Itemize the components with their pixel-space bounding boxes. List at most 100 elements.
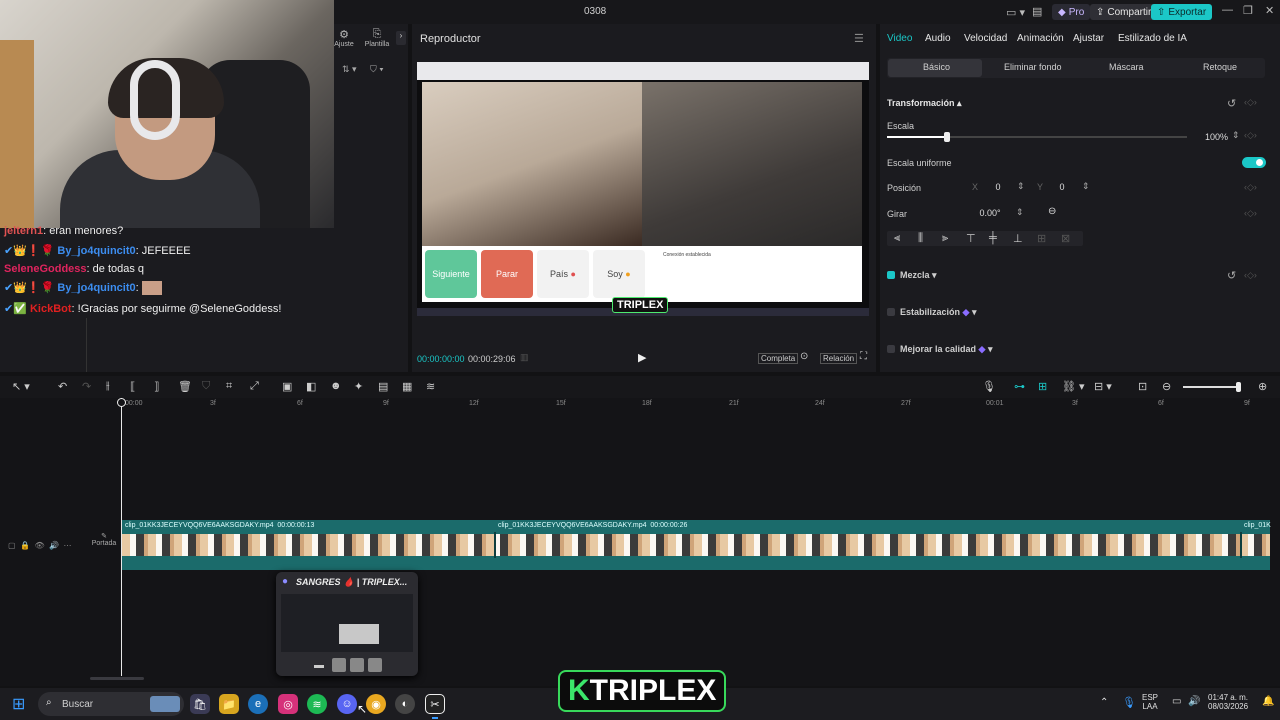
- align-bottom-icon[interactable]: ⊥: [1013, 232, 1023, 245]
- align-top-icon[interactable]: ⊤: [966, 232, 976, 245]
- sort-icon[interactable]: ⇅ ▾: [342, 64, 357, 75]
- zoom-slider[interactable]: [1183, 386, 1239, 388]
- timeline[interactable]: 00:00 3f 6f 9f 12f 15f 18f 21f 24f 27f 0…: [0, 398, 1280, 686]
- delete-icon[interactable]: 🗑: [178, 380, 192, 393]
- uniform-scale-toggle[interactable]: [1242, 157, 1266, 168]
- playhead-handle[interactable]: [117, 398, 126, 407]
- adjust-tab[interactable]: ⚙ Ajuste: [334, 28, 354, 48]
- caption-toggle-icon[interactable]: ⊡: [1138, 380, 1147, 393]
- freeze-icon[interactable]: ▣: [282, 380, 292, 393]
- position-x-input[interactable]: 0: [984, 180, 1012, 194]
- tab-ai-style[interactable]: Estilizado de IA: [1118, 33, 1187, 44]
- scale-input[interactable]: 100%: [1180, 130, 1228, 144]
- subtab-mask[interactable]: Máscara: [1109, 62, 1144, 72]
- scale-slider-handle[interactable]: [944, 132, 950, 142]
- subtab-basic[interactable]: Básico: [923, 62, 950, 72]
- clip-boundary[interactable]: [1240, 532, 1242, 558]
- playhead[interactable]: [117, 398, 126, 676]
- notification-icon[interactable]: 🔔: [1262, 696, 1274, 707]
- cover-button[interactable]: ✎ Portada: [90, 532, 118, 547]
- enhance-checkbox[interactable]: [887, 345, 895, 353]
- popup-thumbnail[interactable]: [281, 594, 413, 652]
- preview-axis-icon[interactable]: ⊟ ▾: [1094, 380, 1112, 393]
- align-middle-icon[interactable]: ╪: [989, 232, 997, 244]
- position-y-input[interactable]: 0: [1048, 180, 1076, 194]
- eye-icon[interactable]: 👁: [34, 541, 44, 550]
- volume-icon[interactable]: 🔊: [1188, 696, 1200, 707]
- camera-icon[interactable]: ▬: [314, 660, 324, 671]
- taskbar-search[interactable]: ⌕ Buscar: [38, 692, 184, 716]
- mic-tray-icon[interactable]: 🎙: [1122, 696, 1136, 709]
- distribute-h-icon[interactable]: ⊞: [1037, 232, 1046, 245]
- keyframe-icon[interactable]: ‹◇›: [1244, 130, 1257, 141]
- chart-icon[interactable]: ▥: [520, 352, 529, 363]
- full-button[interactable]: Completa: [758, 353, 799, 364]
- time-ruler[interactable]: 00:00 3f 6f 9f 12f 15f 18f 21f 24f 27f 0…: [0, 398, 1280, 410]
- language-indicator[interactable]: ESP LAA: [1142, 693, 1158, 711]
- popup-control[interactable]: [332, 658, 346, 672]
- reset-icon[interactable]: ↺: [1227, 97, 1236, 110]
- export-button[interactable]: ⇧ Exportar: [1151, 4, 1213, 20]
- spotify-icon[interactable]: ≋: [307, 694, 327, 714]
- lock-icon[interactable]: 🔒: [20, 541, 30, 550]
- distribute-v-icon[interactable]: ⊠: [1061, 232, 1070, 245]
- rotate-input[interactable]: 0.00°: [966, 206, 1014, 220]
- popup-control[interactable]: [368, 658, 382, 672]
- keyframe-icon[interactable]: ‹◇›: [1244, 182, 1257, 193]
- align-left-icon[interactable]: ⫷: [894, 232, 900, 245]
- iam-button[interactable]: Soy ●: [593, 250, 645, 298]
- horizontal-scrollbar[interactable]: [90, 677, 144, 680]
- split-right-icon[interactable]: ⟧: [154, 380, 159, 393]
- reset-icon[interactable]: ↺: [1227, 269, 1236, 282]
- mic-icon[interactable]: 🎙: [982, 380, 996, 393]
- next-button[interactable]: Siguiente: [425, 250, 477, 298]
- mirror-icon[interactable]: ◧: [306, 380, 316, 393]
- popup-control[interactable]: [350, 658, 364, 672]
- stepper-icon[interactable]: ⇕: [1082, 181, 1090, 192]
- menu-icon[interactable]: ☰: [854, 32, 864, 45]
- crop-icon[interactable]: ⌗: [226, 380, 232, 393]
- transform-icon[interactable]: ⤢: [250, 380, 259, 393]
- discord-taskbar-icon[interactable]: ☺: [337, 694, 357, 714]
- filter-icon[interactable]: ⛉ ▾: [370, 64, 384, 75]
- templates-tab[interactable]: ⎘ Plantilla: [360, 28, 394, 48]
- tab-speed[interactable]: Velocidad: [964, 33, 1007, 44]
- taskbar-preview-popup[interactable]: ● SANGRES 🩸 | TRIPLEX... ▬: [276, 572, 418, 676]
- capcut-icon[interactable]: ✂: [425, 694, 445, 714]
- minimize-icon[interactable]: —: [1222, 4, 1233, 16]
- tray-chevron-icon[interactable]: ⌃: [1100, 697, 1108, 708]
- ratio-button[interactable]: Relación: [820, 353, 858, 364]
- stepper-icon[interactable]: ⇕: [1232, 130, 1240, 141]
- zoom-out-icon[interactable]: ⊖: [1162, 380, 1171, 393]
- redo-icon[interactable]: ↷: [82, 380, 91, 393]
- align-center-icon[interactable]: ⫼: [918, 232, 923, 245]
- shield-icon[interactable]: ⛉: [202, 380, 210, 393]
- chain-icon[interactable]: ⛓ ▾: [1062, 380, 1085, 393]
- snapshot-icon[interactable]: ⊙: [800, 351, 808, 362]
- expand-chevron-icon[interactable]: ›: [396, 31, 406, 45]
- blend-checkbox[interactable]: [887, 271, 895, 279]
- magic-icon[interactable]: ✦: [354, 380, 363, 393]
- stop-button[interactable]: Parar: [481, 250, 533, 298]
- align-right-icon[interactable]: ⫸: [942, 232, 948, 245]
- play-icon[interactable]: ▶: [638, 351, 646, 364]
- pro-button[interactable]: ◆ Pro: [1052, 4, 1091, 20]
- maximize-icon[interactable]: ❐: [1243, 4, 1253, 17]
- rotate-dial-icon[interactable]: ⊖: [1048, 206, 1056, 217]
- more-icon[interactable]: ⋯: [63, 541, 71, 550]
- network-icon[interactable]: ▭: [1172, 696, 1181, 707]
- subtab-remove-bg[interactable]: Eliminar fondo: [1004, 62, 1062, 72]
- link-track-icon[interactable]: ⊶: [1014, 380, 1025, 393]
- stabilize-checkbox[interactable]: [887, 308, 895, 316]
- edge-icon[interactable]: e: [248, 694, 268, 714]
- stepper-icon[interactable]: ⇕: [1016, 207, 1024, 218]
- clip-boundary[interactable]: [494, 532, 496, 558]
- caption-icon[interactable]: ▤: [378, 380, 388, 393]
- panel-icon[interactable]: ▤: [1032, 5, 1042, 18]
- close-icon[interactable]: ✕: [1265, 4, 1274, 17]
- speaker-icon[interactable]: 🔊: [49, 541, 59, 550]
- tab-video[interactable]: Video: [887, 33, 912, 44]
- country-button[interactable]: País ●: [537, 250, 589, 298]
- stepper-icon[interactable]: ⇕: [1017, 181, 1025, 192]
- zoom-slider-handle[interactable]: [1236, 382, 1241, 392]
